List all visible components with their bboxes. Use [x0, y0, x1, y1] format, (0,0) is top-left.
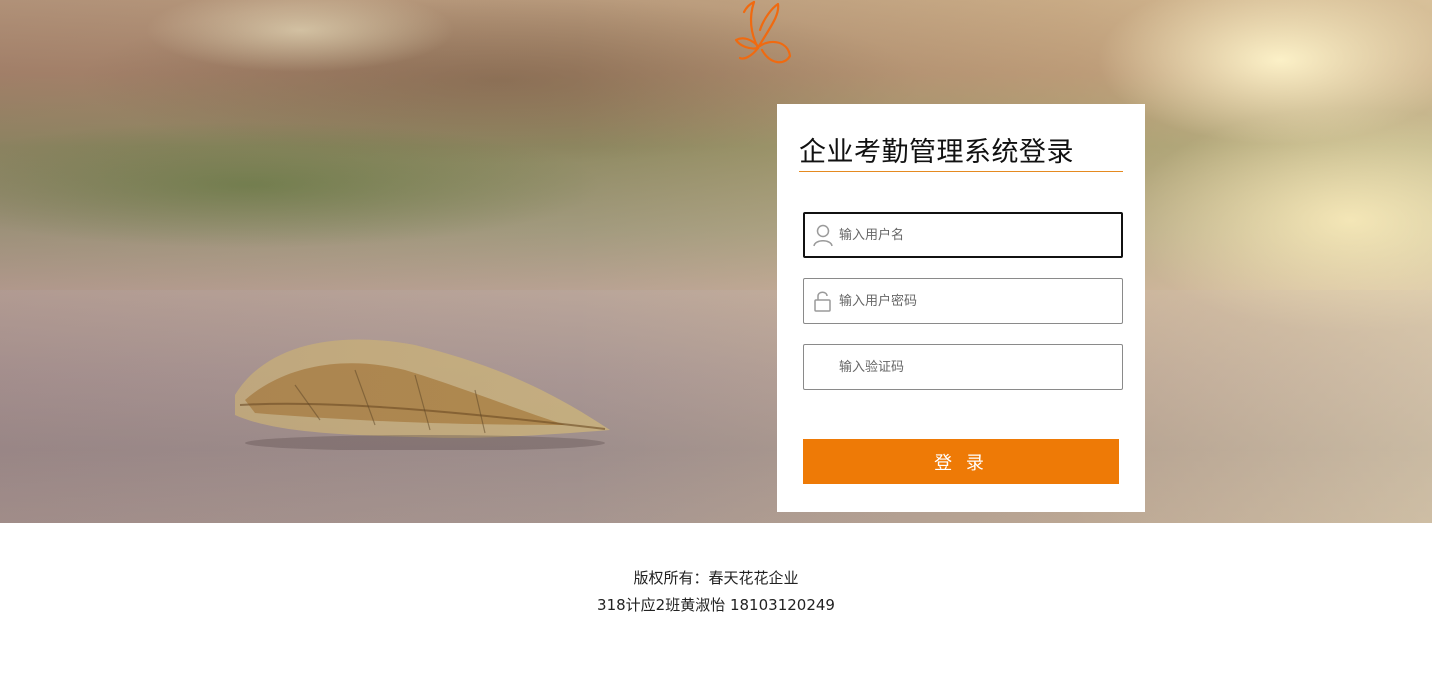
login-card: 企业考勤管理系统登录 登 录: [777, 104, 1145, 512]
footer: 版权所有：春天花花企业 318计应2班黄淑怡 18103120249: [0, 565, 1432, 619]
username-field[interactable]: [803, 212, 1123, 258]
butterfly-icon: [734, 0, 792, 64]
captcha-input[interactable]: [839, 345, 1117, 389]
leaf-image: [235, 339, 610, 450]
password-field[interactable]: [803, 278, 1123, 324]
road-surface: [0, 290, 1432, 523]
login-title: 企业考勤管理系统登录: [799, 134, 1123, 172]
hero-background: [0, 0, 1432, 523]
username-input[interactable]: [839, 214, 1117, 256]
login-button[interactable]: 登 录: [803, 439, 1119, 484]
captcha-field[interactable]: [803, 344, 1123, 390]
copyright-text: 版权所有：春天花花企业: [633, 569, 799, 587]
lock-icon: [814, 291, 831, 312]
user-icon: [813, 224, 833, 247]
author-text: 318计应2班黄淑怡 18103120249: [597, 596, 835, 614]
password-input[interactable]: [839, 279, 1117, 323]
